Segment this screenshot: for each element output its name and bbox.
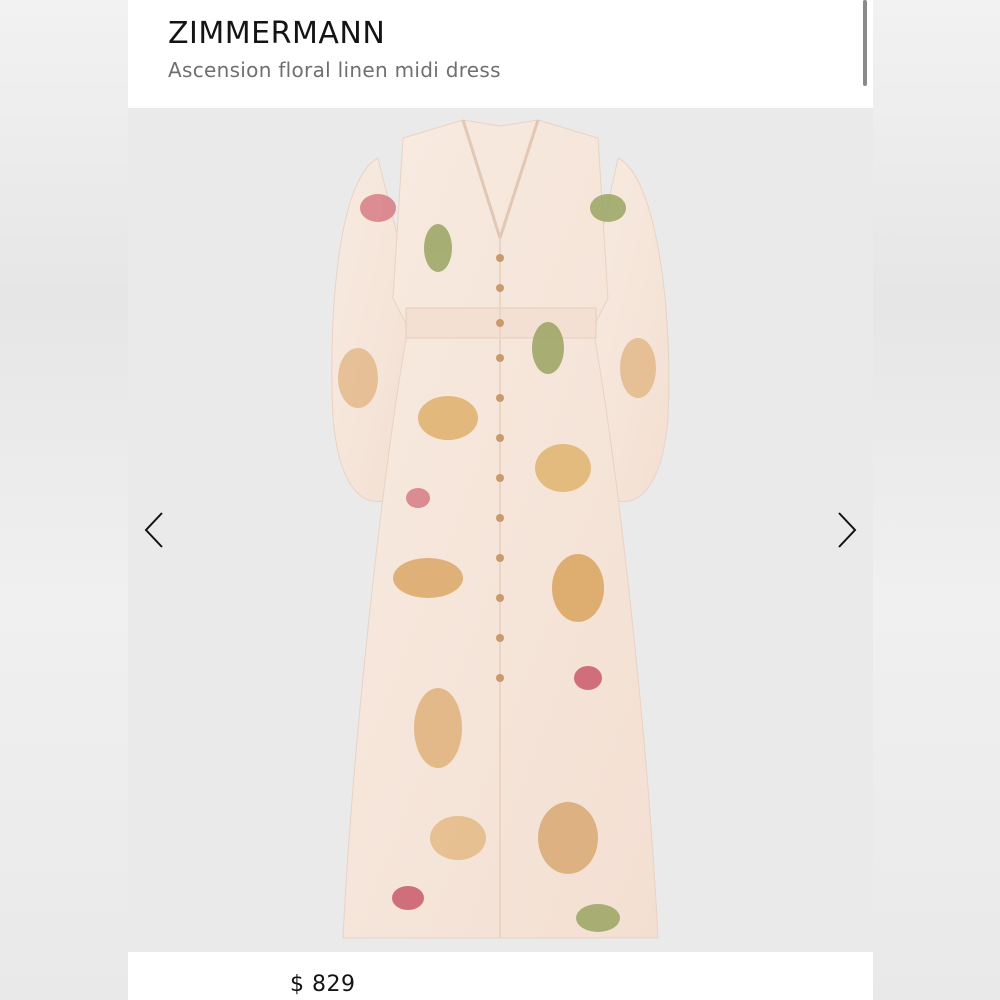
product-price: $ 829 — [290, 972, 356, 997]
brand-name: ZIMMERMANN — [168, 16, 386, 51]
product-title: Ascension floral linen midi dress — [168, 58, 501, 82]
scrollbar[interactable] — [863, 0, 867, 86]
chevron-left-icon — [144, 512, 163, 548]
previous-image-button[interactable] — [134, 508, 174, 552]
product-photo — [331, 119, 670, 939]
product-footer: $ 829 — [128, 952, 873, 1000]
next-image-button[interactable] — [827, 508, 867, 552]
product-header: ZIMMERMANN Ascension floral linen midi d… — [128, 0, 873, 108]
chevron-right-icon — [838, 512, 857, 548]
background-right — [873, 0, 1000, 1000]
product-screen: ZIMMERMANN Ascension floral linen midi d… — [128, 0, 873, 1000]
background-left — [0, 0, 128, 1000]
product-image-gallery[interactable] — [128, 108, 873, 952]
